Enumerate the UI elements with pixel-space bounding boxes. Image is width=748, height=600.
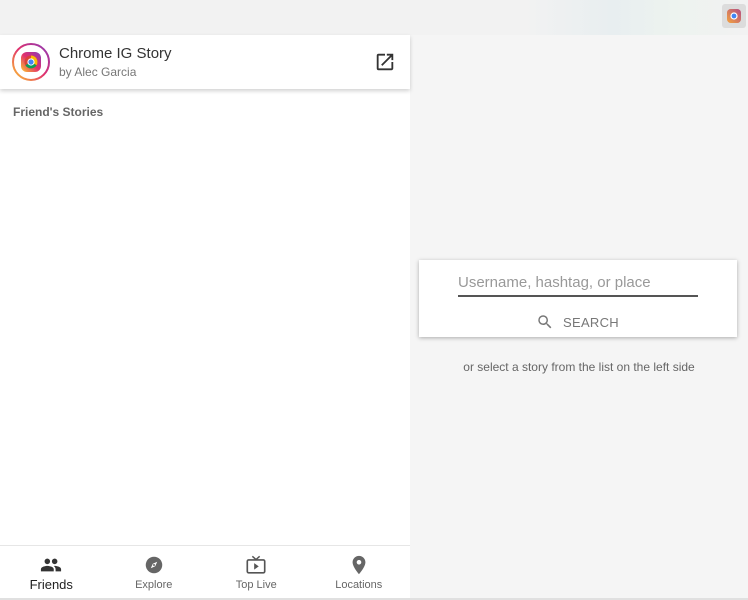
search-button[interactable]: SEARCH (536, 312, 619, 332)
bottom-navigation: Friends Explore Top Live Locations (0, 545, 410, 600)
app-author: by Alec Garcia (59, 65, 137, 79)
stories-sidebar: Chrome IG Story by Alec Garcia Friend's … (0, 35, 410, 600)
open-in-new-tab-button[interactable] (374, 51, 396, 73)
app-logo-icon (12, 43, 50, 81)
friends-stories-heading: Friend's Stories (13, 105, 104, 119)
search-button-label: SEARCH (563, 314, 619, 330)
live-tv-icon (246, 555, 266, 574)
search-icon (538, 315, 552, 329)
people-icon (41, 558, 62, 572)
tab-label: Locations (335, 579, 383, 591)
location-pin-icon (352, 555, 366, 575)
browser-toolbar (0, 0, 748, 35)
open-in-new-icon (376, 53, 394, 71)
search-input[interactable] (458, 270, 698, 297)
story-viewer-panel: SEARCH or select a story from the list o… (410, 35, 748, 600)
app-header: Chrome IG Story by Alec Garcia (0, 35, 410, 89)
compass-icon (145, 556, 162, 574)
search-card: SEARCH (419, 260, 737, 337)
extension-button[interactable] (722, 4, 746, 28)
app-title: Chrome IG Story (59, 45, 172, 62)
instagram-chrome-icon (727, 9, 741, 23)
tab-label: Explore (135, 579, 173, 591)
tab-label: Friends (29, 577, 73, 592)
tab-top-live[interactable]: Top Live (205, 546, 308, 600)
tab-explore[interactable]: Explore (103, 546, 206, 600)
tab-friends[interactable]: Friends (0, 546, 103, 600)
tab-locations[interactable]: Locations (308, 546, 411, 600)
select-story-hint: or select a story from the list on the l… (463, 360, 695, 374)
tab-label: Top Live (235, 579, 277, 591)
